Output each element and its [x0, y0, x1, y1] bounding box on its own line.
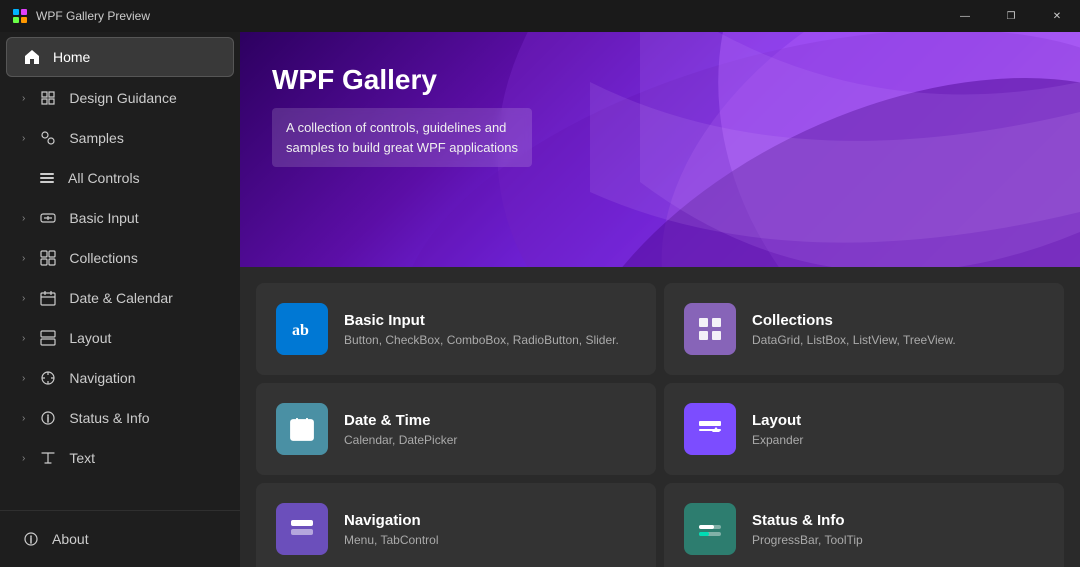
- card-desc-basic-input: Button, CheckBox, ComboBox, RadioButton,…: [344, 333, 636, 347]
- card-desc-collections: DataGrid, ListBox, ListView, TreeView.: [752, 333, 1044, 347]
- card-info-date-time: Date & Time Calendar, DatePicker: [344, 412, 636, 447]
- close-button[interactable]: ✕: [1034, 0, 1080, 32]
- home-icon: [23, 48, 41, 66]
- hero-banner: WPF Gallery A collection of controls, gu…: [240, 32, 1080, 267]
- app-container: Home › Design Guidance › Samples All Con…: [0, 32, 1080, 567]
- basic-input-icon: [39, 209, 57, 227]
- sidebar-item-label-samples: Samples: [69, 130, 218, 146]
- card-desc-date-time: Calendar, DatePicker: [344, 433, 636, 447]
- svg-text:ab: ab: [292, 322, 309, 339]
- sidebar-item-collections[interactable]: › Collections: [6, 239, 234, 277]
- title-bar-left: WPF Gallery Preview: [0, 8, 150, 24]
- design-guidance-icon: [39, 89, 57, 107]
- card-title-status-info: Status & Info: [752, 512, 1044, 529]
- sidebar-item-all-controls[interactable]: All Controls: [6, 159, 234, 197]
- sidebar-item-basic-input[interactable]: › Basic Input: [6, 199, 234, 237]
- navigation-icon: [39, 369, 57, 387]
- app-icon: [12, 8, 28, 24]
- chevron-icon-samples: ›: [22, 133, 25, 144]
- card-layout[interactable]: Layout Expander: [664, 383, 1064, 475]
- sidebar-item-design-guidance[interactable]: › Design Guidance: [6, 79, 234, 117]
- card-title-date-time: Date & Time: [344, 412, 636, 429]
- card-desc-navigation: Menu, TabControl: [344, 533, 636, 547]
- sidebar-item-label-home: Home: [53, 49, 217, 65]
- card-collections[interactable]: Collections DataGrid, ListBox, ListView,…: [664, 283, 1064, 375]
- card-status-info[interactable]: Status & Info ProgressBar, ToolTip: [664, 483, 1064, 567]
- samples-icon: [39, 129, 57, 147]
- sidebar-item-label-collections: Collections: [69, 250, 218, 266]
- hero-title: WPF Gallery: [272, 64, 532, 96]
- sidebar-item-about[interactable]: About: [6, 520, 234, 558]
- card-icon-collections: [684, 303, 736, 355]
- sidebar-item-samples[interactable]: › Samples: [6, 119, 234, 157]
- card-desc-status-info: ProgressBar, ToolTip: [752, 533, 1044, 547]
- minimize-button[interactable]: —: [942, 0, 988, 32]
- card-title-collections: Collections: [752, 312, 1044, 329]
- card-icon-layout: [684, 403, 736, 455]
- status-info-icon: [39, 409, 57, 427]
- card-title-basic-input: Basic Input: [344, 312, 636, 329]
- sidebar-item-label-status-info: Status & Info: [69, 410, 218, 426]
- card-title-layout: Layout: [752, 412, 1044, 429]
- card-navigation[interactable]: Navigation Menu, TabControl: [256, 483, 656, 567]
- sidebar-item-label-design: Design Guidance: [69, 90, 218, 106]
- chevron-icon-date: ›: [22, 293, 25, 304]
- layout-icon: [39, 329, 57, 347]
- sidebar-item-layout[interactable]: › Layout: [6, 319, 234, 357]
- chevron-icon-status: ›: [22, 413, 25, 424]
- chevron-icon-layout: ›: [22, 333, 25, 344]
- sidebar-item-status-info[interactable]: › Status & Info: [6, 399, 234, 437]
- chevron-icon-design: ›: [22, 93, 25, 104]
- card-desc-layout: Expander: [752, 433, 1044, 447]
- sidebar-item-label-navigation: Navigation: [69, 370, 218, 386]
- card-icon-date-time: [276, 403, 328, 455]
- collections-icon: [39, 249, 57, 267]
- about-icon: [22, 530, 40, 548]
- sidebar-bottom: About: [0, 510, 240, 567]
- hero-subtitle: A collection of controls, guidelines and…: [272, 108, 532, 167]
- all-controls-icon: [38, 169, 56, 187]
- sidebar-item-home[interactable]: Home: [6, 37, 234, 77]
- sidebar-item-text[interactable]: › Text: [6, 439, 234, 477]
- text-icon: [39, 449, 57, 467]
- sidebar-item-label-date-calendar: Date & Calendar: [69, 290, 218, 306]
- date-calendar-icon: [39, 289, 57, 307]
- sidebar-item-label-about: About: [52, 531, 218, 547]
- chevron-icon-navigation: ›: [22, 373, 25, 384]
- card-icon-navigation: [276, 503, 328, 555]
- main-content: WPF Gallery A collection of controls, gu…: [240, 32, 1080, 567]
- card-info-navigation: Navigation Menu, TabControl: [344, 512, 636, 547]
- card-info-collections: Collections DataGrid, ListBox, ListView,…: [752, 312, 1044, 347]
- card-icon-basic-input: ab: [276, 303, 328, 355]
- card-basic-input[interactable]: ab Basic Input Button, CheckBox, ComboBo…: [256, 283, 656, 375]
- hero-text-container: WPF Gallery A collection of controls, gu…: [272, 64, 532, 167]
- sidebar-item-label-layout: Layout: [69, 330, 218, 346]
- card-date-time[interactable]: Date & Time Calendar, DatePicker: [256, 383, 656, 475]
- card-title-navigation: Navigation: [344, 512, 636, 529]
- sidebar-item-date-calendar[interactable]: › Date & Calendar: [6, 279, 234, 317]
- sidebar-item-navigation[interactable]: › Navigation: [6, 359, 234, 397]
- title-bar: WPF Gallery Preview — ❐ ✕: [0, 0, 1080, 32]
- card-info-status-info: Status & Info ProgressBar, ToolTip: [752, 512, 1044, 547]
- app-title: WPF Gallery Preview: [36, 9, 150, 23]
- title-bar-controls: — ❐ ✕: [942, 0, 1080, 32]
- sidebar-item-label-text: Text: [69, 450, 218, 466]
- sidebar-item-label-basic-input: Basic Input: [69, 210, 218, 226]
- chevron-icon-text: ›: [22, 453, 25, 464]
- card-info-basic-input: Basic Input Button, CheckBox, ComboBox, …: [344, 312, 636, 347]
- maximize-button[interactable]: ❐: [988, 0, 1034, 32]
- cards-grid: ab Basic Input Button, CheckBox, ComboBo…: [240, 267, 1080, 567]
- chevron-icon-basic-input: ›: [22, 213, 25, 224]
- card-icon-status-info: [684, 503, 736, 555]
- card-info-layout: Layout Expander: [752, 412, 1044, 447]
- sidebar: Home › Design Guidance › Samples All Con…: [0, 32, 240, 567]
- chevron-icon-collections: ›: [22, 253, 25, 264]
- sidebar-item-label-all-controls: All Controls: [68, 170, 218, 186]
